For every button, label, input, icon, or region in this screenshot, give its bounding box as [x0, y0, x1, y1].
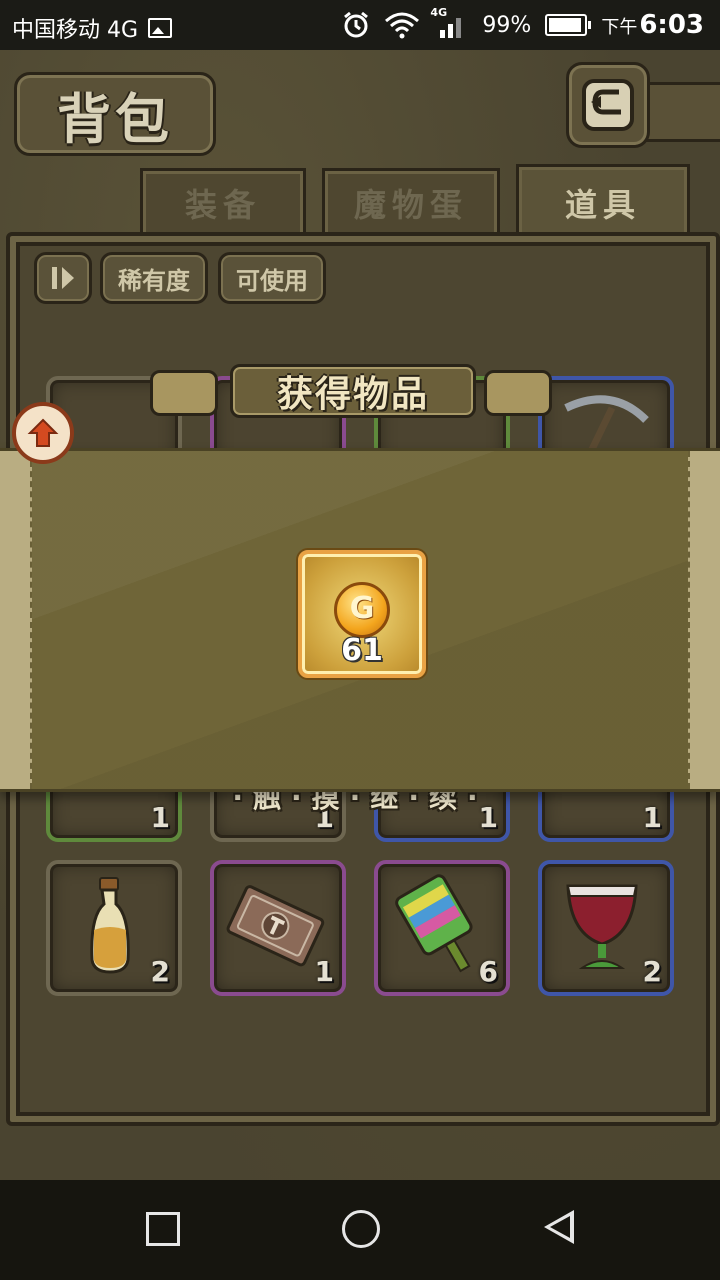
- clock: 下午6:03: [601, 10, 704, 40]
- recent-apps-button[interactable]: [146, 1212, 180, 1246]
- title-deco-right: [484, 370, 552, 416]
- item-slot-ticket[interactable]: 1: [210, 860, 346, 996]
- clock-time: 6:03: [639, 10, 704, 40]
- banner-left-edge: [0, 451, 32, 789]
- item-slot-goblet[interactable]: 2: [538, 860, 674, 996]
- sort-toggle-button[interactable]: [34, 252, 92, 304]
- carrier-label: 中国移动 4G: [12, 18, 139, 43]
- item-slot-popsicle[interactable]: 6: [374, 860, 510, 996]
- network-type-badge: 4G: [430, 6, 448, 19]
- rarity-filter-button[interactable]: 稀有度: [100, 252, 208, 304]
- image-notification-icon: [148, 18, 173, 38]
- item-slot-potion[interactable]: 2: [46, 860, 182, 996]
- title-deco-left: [150, 370, 218, 416]
- gold-coin-icon: G: [334, 582, 390, 638]
- system-back-button[interactable]: [544, 1210, 574, 1244]
- android-nav-bar: [0, 1180, 720, 1280]
- wifi-icon: [385, 12, 420, 39]
- tab-items[interactable]: 道具: [516, 164, 690, 239]
- status-bar: 中国移动 4G 4G 99% 下午6:03: [0, 0, 720, 50]
- reward-count: 61: [341, 633, 383, 668]
- item-count: 6: [478, 955, 498, 988]
- usable-filter-button[interactable]: 可使用: [218, 252, 326, 304]
- battery-icon: [545, 14, 592, 36]
- side-menu-badge[interactable]: [12, 402, 74, 464]
- return-arrow-icon: [582, 79, 634, 131]
- tab-equipment[interactable]: 装备: [140, 168, 306, 235]
- reward-title: 获得物品: [230, 364, 476, 418]
- back-button[interactable]: [566, 62, 650, 148]
- home-button[interactable]: [342, 1210, 380, 1248]
- battery-percent: 99%: [482, 12, 532, 38]
- arrow-up-badge-icon: [27, 418, 59, 447]
- sort-pause-icon: [52, 267, 74, 289]
- item-count: 1: [314, 955, 334, 988]
- alarm-icon: [344, 11, 369, 38]
- reward-item-slot[interactable]: G 61: [298, 550, 426, 678]
- clock-period: 下午: [601, 17, 638, 38]
- item-count: 2: [150, 955, 170, 988]
- item-count: 2: [642, 955, 662, 988]
- tab-monster-egg[interactable]: 魔物蛋: [322, 168, 500, 235]
- back-rail: [640, 82, 720, 142]
- banner-right-edge: [688, 451, 720, 789]
- page-title: 背包: [14, 72, 216, 156]
- signal-icon: 4G: [430, 6, 468, 40]
